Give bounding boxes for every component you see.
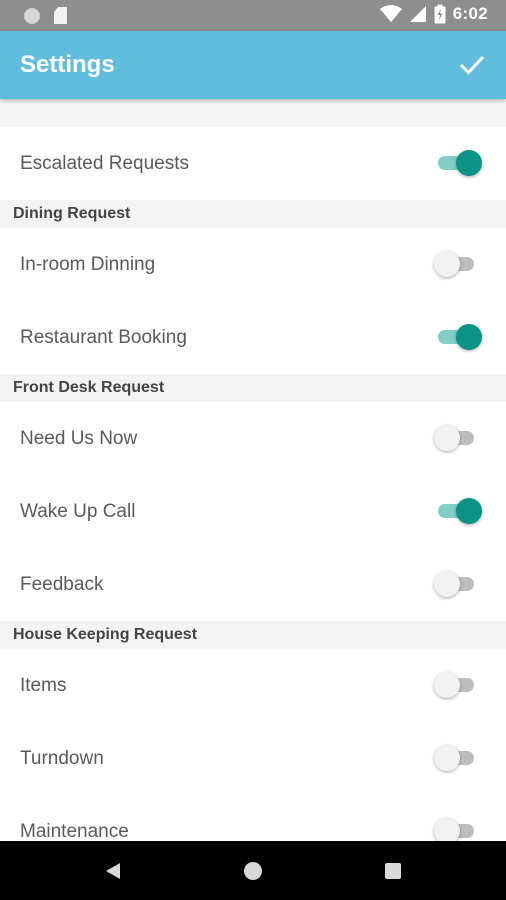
setting-row-maintenance[interactable]: Maintenance bbox=[0, 795, 506, 841]
setting-label: Restaurant Booking bbox=[20, 327, 187, 348]
section-label: Front Desk Request bbox=[13, 379, 165, 396]
restaurant-booking-switch[interactable] bbox=[434, 323, 482, 351]
setting-label: In-room Dinning bbox=[20, 254, 156, 275]
recents-icon[interactable] bbox=[385, 863, 401, 879]
setting-row-restaurant-booking[interactable]: Restaurant Booking bbox=[0, 301, 506, 374]
setting-label: Wake Up Call bbox=[20, 501, 136, 522]
wifi-icon bbox=[379, 5, 402, 22]
wake-up-call-switch[interactable] bbox=[434, 497, 482, 525]
setting-label: Items bbox=[20, 675, 67, 696]
setting-row-feedback[interactable]: Feedback bbox=[0, 548, 506, 621]
items-switch[interactable] bbox=[434, 671, 482, 699]
app-bar: Settings bbox=[0, 31, 506, 99]
in-room-dinning-switch[interactable] bbox=[434, 250, 482, 278]
setting-label: Feedback bbox=[20, 574, 104, 595]
setting-row-wake-up-call[interactable]: Wake Up Call bbox=[0, 475, 506, 548]
maintenance-switch[interactable] bbox=[434, 817, 482, 841]
back-icon[interactable] bbox=[105, 862, 121, 880]
setting-row-turndown[interactable]: Turndown bbox=[0, 722, 506, 795]
setting-label: Need Us Now bbox=[20, 428, 138, 449]
sd-card-icon bbox=[54, 7, 67, 24]
system-nav-bar bbox=[0, 841, 506, 900]
setting-row-escalated-requests[interactable]: Escalated Requests bbox=[0, 127, 506, 200]
setting-label: Turndown bbox=[20, 748, 104, 769]
setting-row-in-room-dinning[interactable]: In-room Dinning bbox=[0, 228, 506, 301]
setting-label: Escalated Requests bbox=[20, 153, 189, 174]
status-time: 6:02 bbox=[452, 4, 488, 23]
setting-row-need-us-now[interactable]: Need Us Now bbox=[0, 402, 506, 475]
turndown-switch[interactable] bbox=[434, 744, 482, 772]
status-bar: 6:02 bbox=[0, 0, 506, 31]
signal-icon bbox=[409, 6, 426, 22]
section-label: Dining Request bbox=[13, 205, 131, 222]
circle-notification-icon bbox=[24, 7, 40, 24]
section-header-house-keeping: House Keeping Request bbox=[0, 621, 506, 649]
battery-icon bbox=[434, 4, 446, 24]
section-label: House Keeping Request bbox=[13, 626, 198, 643]
settings-list: Escalated Requests Dining Request In-roo… bbox=[0, 99, 506, 841]
section-header-dining: Dining Request bbox=[0, 200, 506, 228]
home-icon[interactable] bbox=[244, 862, 262, 880]
setting-row-items[interactable]: Items bbox=[0, 649, 506, 722]
need-us-now-switch[interactable] bbox=[434, 424, 482, 452]
page-title: Settings bbox=[20, 51, 115, 78]
escalated-requests-switch[interactable] bbox=[434, 149, 482, 177]
section-header-front-desk: Front Desk Request bbox=[0, 374, 506, 402]
setting-label: Maintenance bbox=[20, 821, 129, 841]
check-icon bbox=[459, 55, 485, 75]
feedback-switch[interactable] bbox=[434, 570, 482, 598]
confirm-button[interactable] bbox=[458, 51, 486, 79]
